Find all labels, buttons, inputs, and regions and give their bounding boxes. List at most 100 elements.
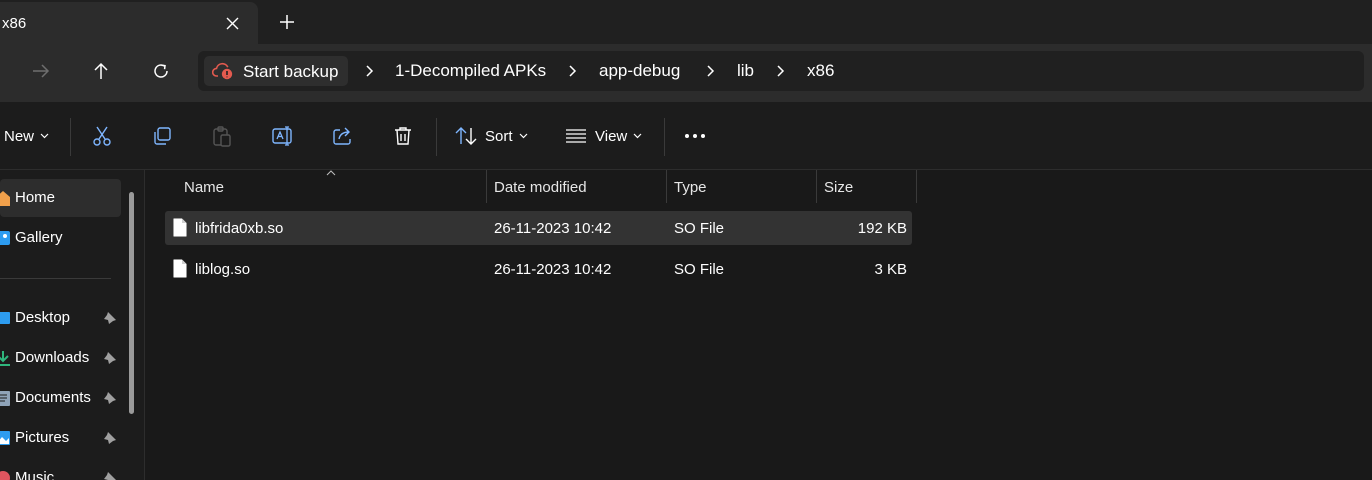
start-backup-button[interactable]: Start backup bbox=[204, 56, 348, 86]
up-button[interactable] bbox=[85, 57, 117, 85]
share-button[interactable] bbox=[332, 120, 354, 152]
more-options-button[interactable] bbox=[684, 120, 706, 152]
view-list-icon bbox=[566, 129, 586, 143]
column-label: Date modified bbox=[494, 179, 587, 196]
share-icon bbox=[333, 127, 351, 145]
copy-button[interactable] bbox=[152, 120, 172, 152]
file-list: Name Date modified Type Size libfrida0xb… bbox=[146, 170, 1372, 480]
delete-button[interactable] bbox=[393, 120, 413, 152]
column-label: Name bbox=[184, 179, 225, 196]
copy-icon bbox=[154, 127, 171, 145]
sidebar-scrollbar[interactable] bbox=[129, 192, 134, 414]
sidebar-divider bbox=[0, 278, 111, 279]
pictures-icon bbox=[0, 431, 10, 445]
breadcrumb-app-debug[interactable]: app-debug bbox=[599, 61, 680, 81]
sort-label: Sort bbox=[485, 127, 513, 145]
chevron-down-icon bbox=[519, 133, 527, 139]
rename-button[interactable] bbox=[272, 120, 294, 152]
documents-icon bbox=[0, 391, 10, 406]
sidebar-item-label: Home bbox=[15, 189, 56, 206]
sidebar-item-label: Pictures bbox=[15, 429, 70, 446]
view-button[interactable]: View bbox=[565, 120, 642, 152]
forward-button[interactable] bbox=[25, 57, 57, 85]
new-button[interactable]: New bbox=[4, 120, 49, 152]
paste-button[interactable] bbox=[212, 120, 232, 152]
column-header-type[interactable]: Type bbox=[667, 170, 817, 203]
column-header-date[interactable]: Date modified bbox=[487, 170, 667, 203]
column-header-name[interactable]: Name bbox=[146, 170, 487, 203]
sidebar-item-label: Documents bbox=[15, 389, 91, 406]
pin-icon[interactable] bbox=[103, 391, 117, 405]
pin-icon[interactable] bbox=[103, 351, 117, 365]
file-size: 3 KB bbox=[874, 261, 907, 278]
file-icon bbox=[173, 259, 187, 278]
sort-button[interactable]: Sort bbox=[455, 120, 528, 152]
pin-icon[interactable] bbox=[103, 311, 117, 325]
file-type: SO File bbox=[674, 261, 725, 278]
paste-icon bbox=[213, 126, 231, 147]
sidebar-item-documents[interactable]: Documents bbox=[0, 379, 121, 417]
sidebar-item-gallery[interactable]: Gallery bbox=[0, 219, 121, 257]
column-divider[interactable] bbox=[916, 170, 917, 203]
file-type: SO File bbox=[674, 220, 725, 237]
rename-icon bbox=[272, 126, 292, 146]
address-row: Start backup 1-Decompiled APKs app-debug… bbox=[0, 44, 1372, 102]
tab-strip: x86 bbox=[0, 0, 1372, 44]
sidebar-item-label: Music bbox=[15, 469, 55, 480]
view-label: View bbox=[595, 127, 628, 145]
breadcrumb-decompiled-apks[interactable]: 1-Decompiled APKs bbox=[395, 61, 546, 81]
chevron-down-icon bbox=[40, 133, 49, 139]
trash-icon bbox=[395, 127, 411, 145]
sidebar-item-label: Gallery bbox=[15, 229, 63, 246]
arrow-up-icon bbox=[94, 62, 108, 79]
scissors-icon bbox=[93, 126, 111, 146]
table-row[interactable]: liblog.so 26-11-2023 10:42 SO File 3 KB bbox=[165, 252, 912, 286]
sidebar-item-label: Desktop bbox=[15, 309, 71, 326]
new-tab-button[interactable] bbox=[274, 9, 300, 35]
column-header-size[interactable]: Size bbox=[817, 170, 917, 203]
pin-icon[interactable] bbox=[103, 431, 117, 445]
toolbar-divider bbox=[436, 118, 437, 156]
sidebar-item-home[interactable]: Home bbox=[0, 179, 121, 217]
sort-icon bbox=[455, 127, 477, 145]
desktop-icon bbox=[0, 312, 10, 324]
sidebar-item-downloads[interactable]: Downloads bbox=[0, 339, 121, 377]
home-icon bbox=[0, 191, 10, 206]
cloud-backup-icon bbox=[212, 62, 233, 80]
navigation-pane: Home Gallery Desktop Downloads Documents bbox=[0, 170, 145, 480]
toolbar-divider bbox=[664, 118, 665, 156]
chevron-right-icon bbox=[707, 65, 715, 77]
chevron-right-icon bbox=[777, 65, 785, 77]
file-size: 192 KB bbox=[857, 220, 907, 237]
cut-button[interactable] bbox=[92, 120, 112, 152]
sidebar-item-music[interactable]: Music bbox=[0, 459, 121, 480]
address-bar[interactable]: Start backup 1-Decompiled APKs app-debug… bbox=[198, 51, 1364, 91]
sidebar-item-pictures[interactable]: Pictures bbox=[0, 419, 121, 457]
sidebar-item-desktop[interactable]: Desktop bbox=[0, 299, 121, 337]
more-icon bbox=[685, 134, 705, 138]
refresh-button[interactable] bbox=[145, 57, 177, 85]
table-row[interactable]: libfrida0xb.so 26-11-2023 10:42 SO File … bbox=[165, 211, 912, 245]
tab-x86[interactable]: x86 bbox=[0, 2, 258, 44]
file-name: libfrida0xb.so bbox=[195, 220, 284, 237]
chevron-right-icon bbox=[569, 65, 577, 77]
column-label: Size bbox=[824, 179, 854, 196]
tab-title: x86 bbox=[2, 15, 27, 32]
breadcrumb-x86[interactable]: x86 bbox=[807, 61, 834, 81]
sidebar-item-label: Downloads bbox=[15, 349, 90, 366]
column-label: Type bbox=[674, 179, 707, 196]
arrow-right-icon bbox=[33, 64, 50, 78]
close-icon bbox=[226, 17, 238, 29]
chevron-right-icon bbox=[366, 65, 374, 77]
command-bar: New Sort View bbox=[0, 102, 1372, 170]
chevron-down-icon bbox=[633, 133, 642, 139]
breadcrumb-lib[interactable]: lib bbox=[737, 61, 754, 81]
file-date: 26-11-2023 10:42 bbox=[494, 220, 612, 237]
refresh-icon bbox=[154, 64, 168, 78]
toolbar-divider bbox=[70, 118, 71, 156]
close-tab-button[interactable] bbox=[219, 10, 245, 36]
file-icon bbox=[173, 218, 187, 237]
new-label: New bbox=[4, 127, 35, 145]
pin-icon[interactable] bbox=[103, 471, 117, 480]
music-icon bbox=[0, 471, 10, 480]
